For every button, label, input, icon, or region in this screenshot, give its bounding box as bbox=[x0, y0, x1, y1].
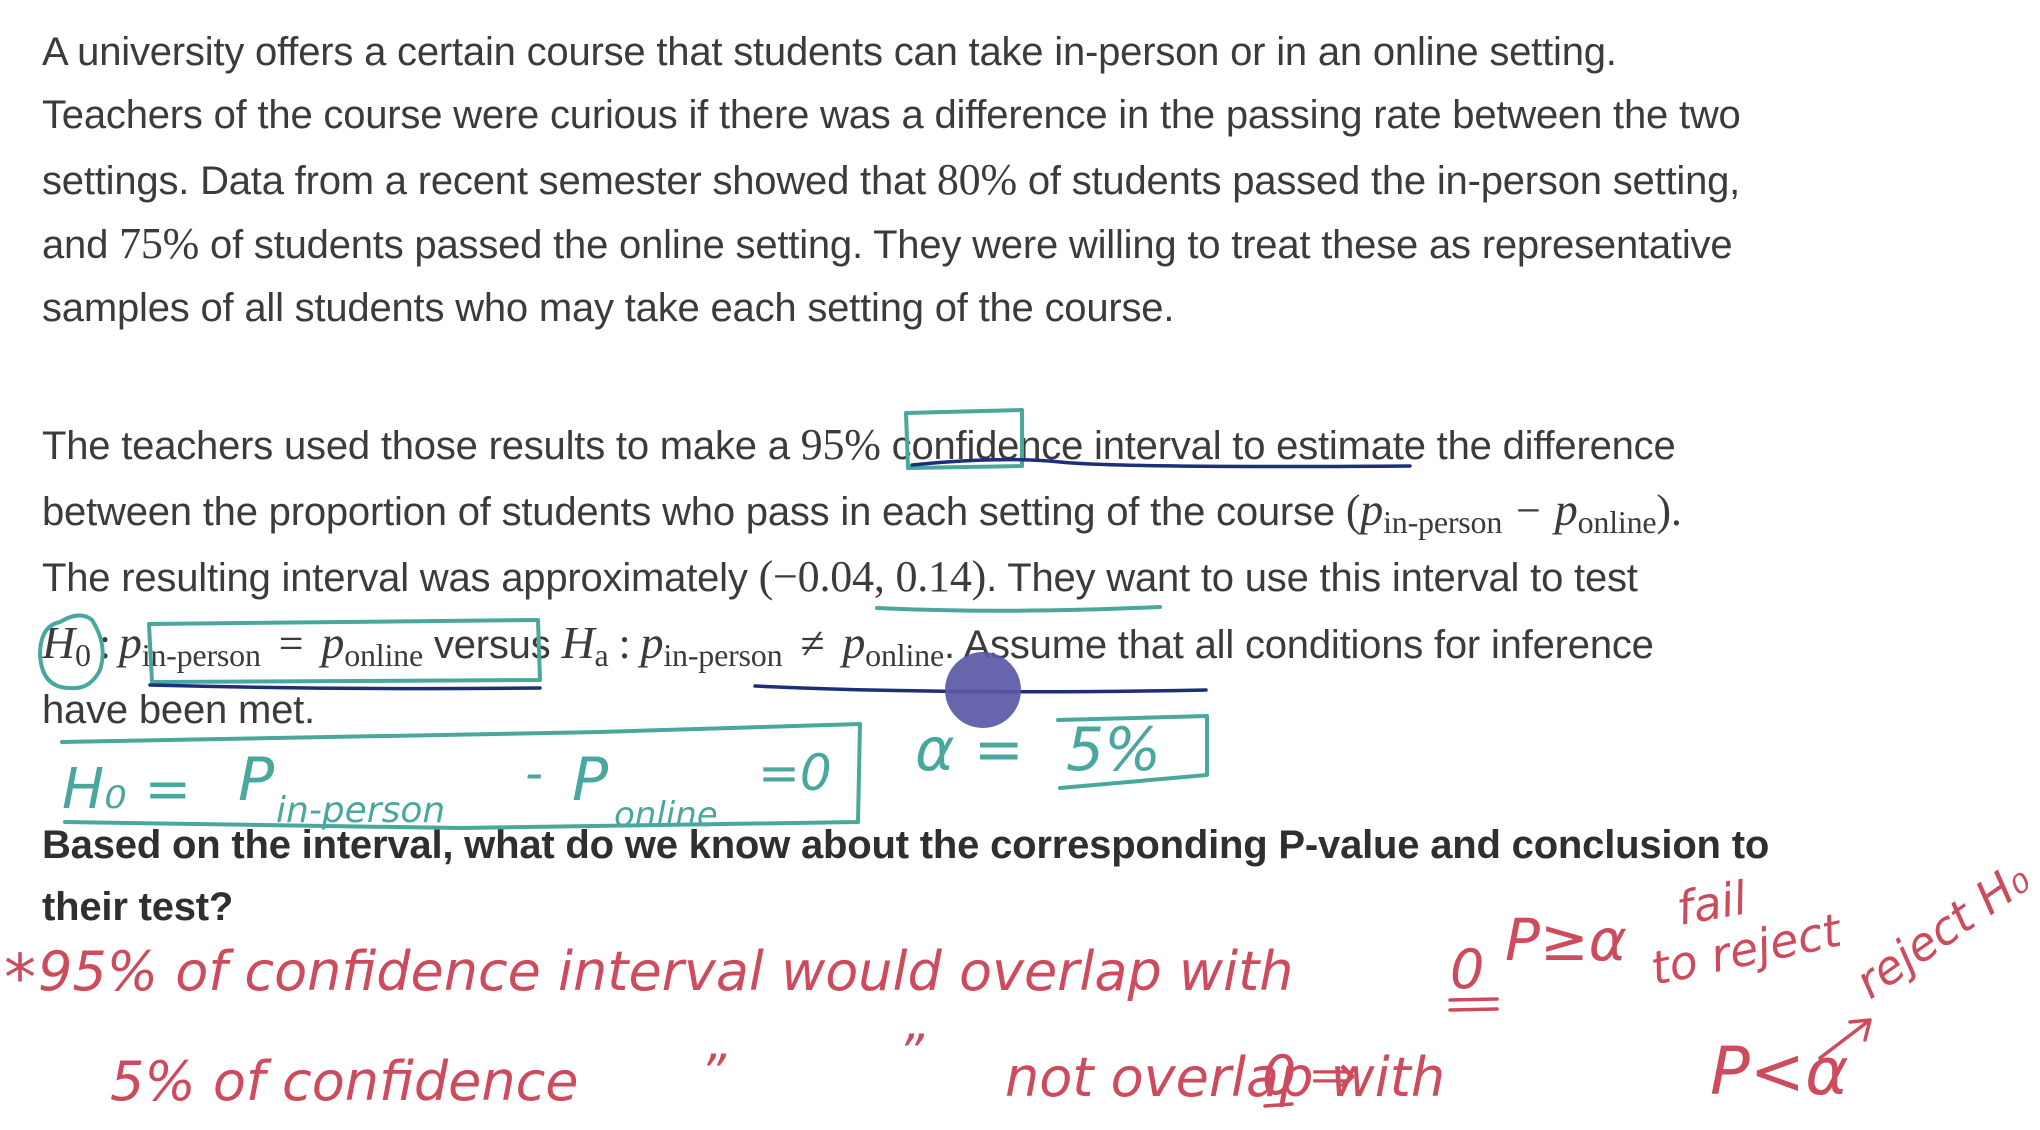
subscript: a bbox=[594, 637, 609, 673]
confidence-interval-term: confidence interval bbox=[880, 424, 1222, 468]
red-line1-to-reject: to reject bbox=[1646, 903, 1847, 996]
p-symbol: p bbox=[118, 617, 142, 668]
paragraph1-line3: settings. Data from a recent semester sh… bbox=[42, 156, 1740, 205]
red-ditto1: ” bbox=[700, 1044, 727, 1102]
text: The resulting interval was approximately bbox=[42, 556, 759, 600]
percent-75: 75% bbox=[119, 219, 200, 268]
text: between the proportion of students who p… bbox=[42, 490, 1346, 534]
pen-cursor-icon bbox=[945, 652, 1021, 728]
text: settings. Data from a recent semester sh… bbox=[42, 159, 937, 203]
red-line1-zero: 0 bbox=[1450, 938, 1484, 1001]
paragraph2-line3: The resulting interval was approximately… bbox=[42, 553, 1638, 602]
colon: : bbox=[98, 619, 111, 668]
text: of students passed the in-person setting… bbox=[1016, 159, 1741, 203]
subscript: in-person bbox=[141, 637, 261, 673]
red-line2-condition: P<α bbox=[1710, 1033, 1849, 1110]
equals: = bbox=[278, 619, 304, 668]
percent-80: 80% bbox=[936, 155, 1017, 204]
paragraph2-line4: H0: pin-person = ponline versus Ha: pin-pers… bbox=[42, 617, 1654, 674]
paragraph2-line1: The teachers used those results to make … bbox=[42, 421, 1676, 470]
teal-underline-interval bbox=[875, 605, 1162, 613]
p-symbol: p bbox=[842, 617, 866, 668]
paren: ( bbox=[1345, 486, 1361, 535]
h0-note-p2: P bbox=[572, 745, 609, 815]
text: versus bbox=[422, 623, 562, 667]
h0-note-minus: - bbox=[525, 744, 543, 802]
red-star: * bbox=[4, 942, 36, 1016]
interval-value: (−0.04, 0.14) bbox=[758, 552, 987, 601]
subscript: in-person bbox=[1383, 504, 1503, 540]
colon: : bbox=[618, 619, 631, 668]
text: . Assume that all conditions for inferen… bbox=[943, 623, 1654, 667]
h0-note-eq0: =0 bbox=[758, 744, 832, 802]
red-line2-arrow: ⇒ bbox=[1310, 1043, 1357, 1108]
red-line1-condition: P≥α bbox=[1505, 906, 1627, 974]
red-line2-zero: 0 bbox=[1262, 1044, 1296, 1107]
question-line2: their test? bbox=[42, 885, 234, 929]
text: to estimate the difference bbox=[1221, 424, 1676, 468]
subscript: online bbox=[1577, 504, 1657, 540]
text: . They want to use this interval to test bbox=[986, 556, 1638, 600]
subscript: online bbox=[865, 637, 944, 673]
teal-box-h0-note bbox=[60, 722, 862, 830]
subscript: online bbox=[344, 637, 423, 673]
text: The teachers used those results to make … bbox=[42, 424, 801, 468]
subscript: 0 bbox=[75, 637, 91, 673]
paren: ). bbox=[1656, 486, 1682, 535]
red-line2-text2: not overlap with bbox=[1005, 1046, 1445, 1109]
subscript: in-person bbox=[663, 637, 783, 673]
confidence-level: 95% bbox=[800, 420, 881, 469]
teal-box-alpha bbox=[1056, 714, 1209, 790]
p-symbol: p bbox=[1360, 484, 1384, 535]
h0-note-h: H₀ = bbox=[62, 757, 191, 822]
h-symbol: H bbox=[561, 617, 595, 668]
red-underline-zero-1 bbox=[1448, 997, 1499, 1012]
not-equals: ≠ bbox=[800, 619, 825, 668]
red-line1-text: 95% of confidence interval would overlap… bbox=[38, 940, 1293, 1003]
red-line2-reject-h0: reject H₀ bbox=[1845, 850, 2039, 1009]
h-symbol: H bbox=[42, 617, 76, 668]
paragraph1-line4: and 75% of students passed the online se… bbox=[42, 219, 1733, 269]
paragraph2-line2: between the proportion of students who p… bbox=[42, 484, 1682, 541]
paragraph1-line5: samples of all students who may take eac… bbox=[42, 286, 1175, 330]
text: and bbox=[42, 223, 120, 267]
text: of students passed the online setting. T… bbox=[199, 223, 1733, 267]
p-symbol: p bbox=[1554, 484, 1578, 535]
red-arrow-reject bbox=[1818, 1018, 1872, 1060]
p-symbol: p bbox=[640, 617, 664, 668]
h0-note-p1: P bbox=[238, 745, 275, 815]
paragraph1-line1: A university offers a certain course tha… bbox=[42, 30, 1617, 74]
red-underline-zero-2 bbox=[1263, 1102, 1294, 1108]
paragraph2-line5: have been met. bbox=[42, 688, 315, 732]
paragraph1-line2: Teachers of the course were curious if t… bbox=[42, 93, 1741, 137]
red-line1-fail: fail bbox=[1673, 870, 1751, 935]
p-symbol: p bbox=[321, 617, 345, 668]
minus: − bbox=[1516, 486, 1541, 535]
red-line2-text: 5% of confidence bbox=[110, 1050, 579, 1113]
question-line1: Based on the interval, what do we know a… bbox=[42, 823, 1770, 867]
red-ditto2: ” bbox=[898, 1024, 925, 1082]
alpha-value: 5% bbox=[1066, 715, 1161, 785]
